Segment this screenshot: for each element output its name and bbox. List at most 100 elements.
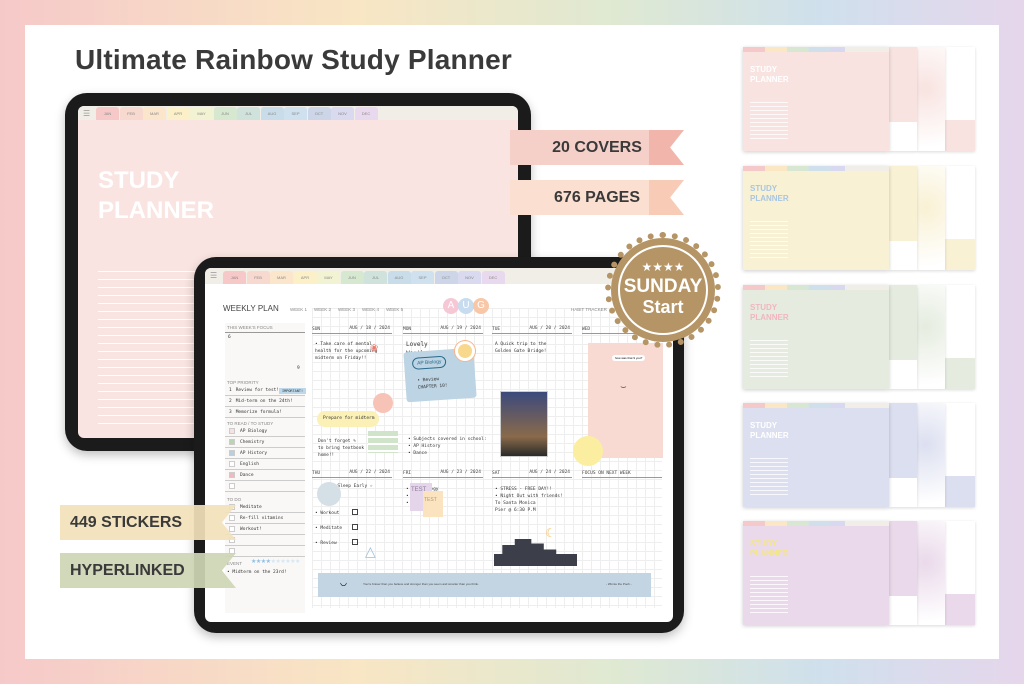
todo-text: Re-fill vitamins: [240, 516, 284, 521]
pages-label: 676 PAGES: [554, 188, 640, 206]
month-tabs: [743, 166, 889, 171]
note-line: A Quick trip to the: [495, 342, 547, 347]
priority-item[interactable]: 3 Memorize formula!: [225, 408, 305, 418]
tab-feb[interactable]: FEB: [246, 271, 270, 284]
menu-icon[interactable]: ☰: [83, 109, 90, 118]
test-sticker: TEST: [423, 491, 443, 517]
priority-item[interactable]: 1 Review for test! IMPORTANT!: [225, 386, 307, 396]
thumbnail-cover: STUDY PLANNER: [743, 521, 889, 625]
cover-thumbnail[interactable]: STUDY PLANNER: [743, 166, 975, 270]
study-text: AP Biology: [240, 429, 268, 434]
habit-tracker-link[interactable]: HABIT TRACKER: [571, 307, 607, 312]
event-label: EVENT: [227, 561, 243, 566]
tab-jul[interactable]: JUL: [364, 271, 387, 284]
star-icon[interactable]: ★: [295, 559, 300, 565]
cover-lines: [750, 221, 788, 261]
study-item[interactable]: Chemistry: [225, 438, 305, 448]
tab-may[interactable]: MAY: [190, 107, 213, 120]
checkbox[interactable]: [352, 539, 358, 545]
todo-item[interactable]: [225, 547, 305, 557]
checkbox[interactable]: [229, 547, 235, 554]
day-date: AUG / 23 / 2024: [440, 470, 481, 475]
tab-jun[interactable]: JUN: [340, 271, 364, 284]
page-strip: [917, 47, 945, 151]
cover-thumbnail[interactable]: STUDY PLANNER: [743, 285, 975, 389]
todo-item[interactable]: Meditate: [225, 503, 305, 513]
study-item[interactable]: AP Biology: [225, 427, 305, 437]
badge-line2: Start: [642, 297, 684, 317]
tab-oct[interactable]: OCT: [307, 107, 331, 120]
color-swatch: [229, 449, 235, 456]
checkbox[interactable]: [352, 524, 358, 530]
tab-aug[interactable]: AUG: [260, 107, 284, 120]
moon-sticker: ☾: [545, 526, 556, 540]
tab-sep[interactable]: SEP: [411, 271, 434, 284]
sun-sticker: [458, 344, 472, 358]
tab-feb[interactable]: FEB: [119, 107, 143, 120]
page-strip: [889, 521, 917, 625]
check-item[interactable]: • Meditate: [315, 525, 342, 532]
check-item[interactable]: • Workout: [315, 510, 339, 517]
covers-label: 20 COVERS: [552, 138, 642, 156]
tab-mar[interactable]: MAR: [270, 271, 293, 284]
week-link[interactable]: WEEK 2: [314, 307, 331, 312]
menu-icon[interactable]: ☰: [210, 271, 217, 280]
tab-apr[interactable]: APR: [166, 107, 190, 120]
study-item[interactable]: AP History: [225, 449, 305, 459]
cover-thumbnail[interactable]: STUDY PLANNER: [743, 403, 975, 507]
week-link[interactable]: WEEK 4: [362, 307, 379, 312]
tab-nov[interactable]: NOV: [331, 107, 354, 120]
hyperlinked-ribbon: HYPERLINKED: [60, 553, 236, 588]
cover-thumbnail[interactable]: STUDY PLANNER: [743, 521, 975, 625]
tab-apr[interactable]: APR: [293, 271, 317, 284]
page-strip: [917, 285, 945, 389]
day-header-mon: MON AUG / 19 / 2024: [403, 326, 483, 334]
cover-title-line1: STUDY: [98, 167, 180, 194]
checkbox[interactable]: [352, 509, 358, 515]
week-link[interactable]: WEEK 1: [290, 307, 307, 312]
tab-jun[interactable]: JUN: [213, 107, 237, 120]
page-strip: [917, 403, 945, 507]
checkbox[interactable]: [229, 525, 235, 532]
todo-item[interactable]: [225, 536, 305, 546]
tab-may[interactable]: MAY: [317, 271, 340, 284]
day-header-fri: FRI AUG / 23 / 2024: [403, 470, 483, 478]
page-strip: [917, 166, 945, 270]
smile-icon: ◡: [340, 578, 347, 587]
reminder-note: Don't forget ✎ to bring textbook home!!: [318, 439, 365, 458]
checkbox[interactable]: [229, 514, 235, 521]
month-tabs: [743, 47, 889, 52]
priority-item[interactable]: 2 Mid-term on the 24th!: [225, 397, 305, 407]
triangle-sticker: △: [365, 543, 376, 559]
study-item[interactable]: Dance: [225, 471, 305, 481]
week-link[interactable]: WEEK 3: [338, 307, 355, 312]
event-rating[interactable]: ★★★★★★★★★★: [251, 558, 300, 565]
cover-title: STUDY PLANNER: [98, 166, 214, 226]
tab-nov[interactable]: NOV: [458, 271, 481, 284]
tab-dec[interactable]: DEC: [481, 271, 505, 284]
sleepy-face-sticker: [317, 482, 341, 506]
todo-item[interactable]: Workout!: [225, 525, 305, 535]
check-item[interactable]: • Review: [315, 540, 337, 547]
todo-item[interactable]: Re-fill vitamins: [225, 514, 305, 524]
quote-text: You're braver than you believe and stron…: [363, 582, 479, 586]
tab-mar[interactable]: MAR: [143, 107, 166, 120]
tab-oct[interactable]: OCT: [434, 271, 458, 284]
cover-thumbnail[interactable]: STUDY PLANNER: [743, 47, 975, 151]
study-item[interactable]: [225, 482, 305, 492]
tab-aug[interactable]: AUG: [387, 271, 411, 284]
color-swatch: [229, 460, 235, 467]
stickers-label: 449 STICKERS: [70, 513, 183, 531]
week-link[interactable]: WEEK 5: [386, 307, 403, 312]
tab-jan[interactable]: JAN: [96, 107, 119, 120]
tab-jul[interactable]: JUL: [237, 107, 260, 120]
study-text: AP History: [240, 451, 268, 456]
tab-sep[interactable]: SEP: [284, 107, 307, 120]
study-item[interactable]: English: [225, 460, 305, 470]
title-line: PLANNER: [750, 313, 789, 322]
thumbnail-title: STUDY PLANNER: [750, 539, 789, 559]
tab-dec[interactable]: DEC: [354, 107, 378, 120]
month-tabs: JAN FEB MAR APR MAY JUN JUL AUG SEP OCT NOV DEC: [78, 106, 518, 120]
tab-jan[interactable]: JAN: [223, 271, 246, 284]
color-swatch: [229, 438, 235, 445]
